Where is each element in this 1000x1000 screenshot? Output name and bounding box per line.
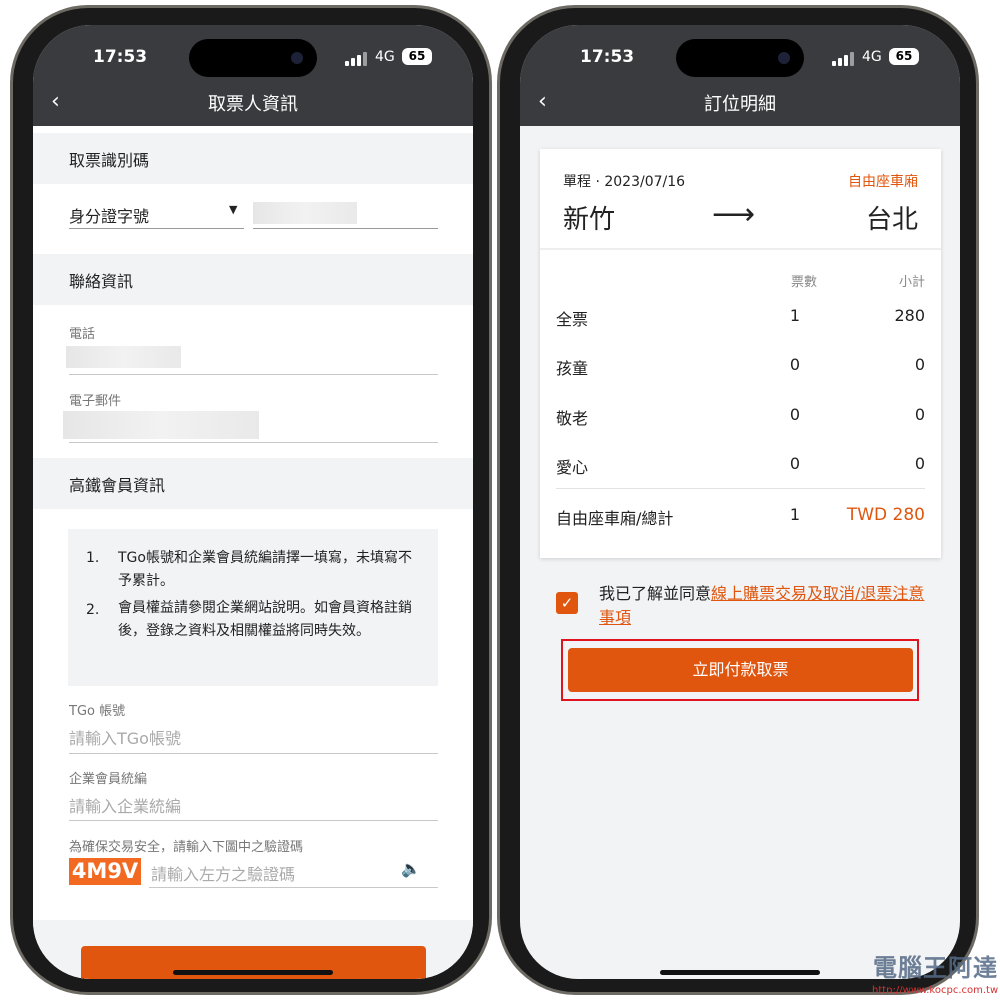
page-title: 訂位明細 bbox=[704, 94, 776, 115]
home-indicator bbox=[660, 970, 820, 975]
trip-info: 單程 · 2023/07/16 bbox=[563, 174, 686, 190]
screen-booking-detail: 17:53 4G 65 ‹ 訂位明細 單程 · 2023/07/16 自由座車廂… bbox=[520, 25, 960, 979]
camera-icon bbox=[291, 52, 303, 64]
signal-icon bbox=[345, 52, 367, 66]
header-count: 票數 bbox=[790, 275, 817, 290]
phone-label: 電話 bbox=[69, 327, 96, 342]
captcha-input[interactable]: 請輸入左方之驗證碼 bbox=[151, 861, 295, 885]
section-member: 高鐵會員資訊 bbox=[33, 458, 473, 509]
note-number: 1. bbox=[86, 550, 100, 566]
id-type-select[interactable]: 身分證字號 bbox=[69, 203, 149, 227]
car-type: 自由座車廂 bbox=[848, 174, 918, 190]
captcha-image: 4M9V bbox=[69, 858, 141, 885]
agree-text: 我已了解並同意線上購票交易及取消/退票注意事項 bbox=[599, 584, 925, 627]
section-pickup-id: 取票識別碼 bbox=[33, 133, 473, 184]
network-type: 4G bbox=[862, 49, 882, 65]
phone-right: 17:53 4G 65 ‹ 訂位明細 單程 · 2023/07/16 自由座車廂… bbox=[497, 5, 979, 995]
watermark-url: http://www.kocpc.com.tw bbox=[872, 985, 999, 996]
network-type: 4G bbox=[375, 49, 395, 65]
dynamic-island bbox=[189, 39, 317, 77]
corp-label: 企業會員統編 bbox=[69, 772, 148, 787]
header-subtotal: 小計 bbox=[898, 275, 925, 290]
email-input[interactable] bbox=[63, 411, 259, 439]
total-amount: TWD 280 bbox=[846, 505, 925, 525]
note-number: 2. bbox=[86, 602, 100, 618]
captcha-label: 為確保交易安全，請輸入下圖中之驗證碼 bbox=[69, 840, 304, 855]
booking-card: 單程 · 2023/07/16 自由座車廂 新竹 ⟶ 台北 票數 小計 全票 1 28… bbox=[540, 149, 941, 558]
agree-checkbox[interactable]: ✓ bbox=[556, 592, 578, 614]
tgo-label: TGo 帳號 bbox=[69, 704, 126, 719]
pay-button[interactable]: 立即付款取票 bbox=[568, 648, 913, 692]
status-time: 17:53 bbox=[580, 47, 635, 67]
id-number-input[interactable] bbox=[253, 202, 357, 224]
screen-pickup-info: 17:53 4G 65 ‹ 取票人資訊 取票識別碼 身分證字號 ▼ 聯絡資訊 電… bbox=[33, 25, 473, 979]
watermark-logo: 電腦王阿達 bbox=[873, 954, 998, 982]
note-text: TGo帳號和企業會員統編請擇一填寫，未填寫不予累計。 bbox=[118, 550, 412, 589]
chevron-down-icon: ▼ bbox=[229, 203, 238, 216]
camera-icon bbox=[778, 52, 790, 64]
tgo-input[interactable]: 請輸入TGo帳號 bbox=[69, 725, 181, 749]
origin-station: 新竹 bbox=[563, 205, 616, 235]
corp-input[interactable]: 請輸入企業統編 bbox=[69, 793, 181, 817]
dynamic-island bbox=[676, 39, 804, 77]
page-title: 取票人資訊 bbox=[208, 94, 298, 115]
note-text: 會員權益請參閱企業網站說明。如會員資格註銷後，登錄之資料及相關權益將同時失效。 bbox=[118, 600, 412, 639]
phone-input[interactable] bbox=[66, 346, 181, 368]
member-notes: 1. TGo帳號和企業會員統編請擇一填寫，未填寫不予累計。 2. 會員權益請參閱企業… bbox=[68, 529, 438, 686]
arrow-right-icon: ⟶ bbox=[712, 197, 756, 232]
speaker-icon[interactable]: 🔈 bbox=[401, 859, 421, 878]
email-label: 電子郵件 bbox=[69, 394, 122, 409]
status-time: 17:53 bbox=[93, 47, 148, 67]
header: 17:53 4G 65 ‹ 訂位明細 bbox=[520, 25, 960, 126]
section-contact: 聯絡資訊 bbox=[33, 254, 473, 305]
battery-icon: 65 bbox=[402, 48, 432, 65]
header: 17:53 4G 65 ‹ 取票人資訊 bbox=[33, 25, 473, 126]
signal-icon bbox=[832, 52, 854, 66]
destination-station: 台北 bbox=[865, 205, 918, 235]
phone-left: 17:53 4G 65 ‹ 取票人資訊 取票識別碼 身分證字號 ▼ 聯絡資訊 電… bbox=[10, 5, 492, 995]
battery-icon: 65 bbox=[889, 48, 919, 65]
home-indicator bbox=[173, 970, 333, 975]
